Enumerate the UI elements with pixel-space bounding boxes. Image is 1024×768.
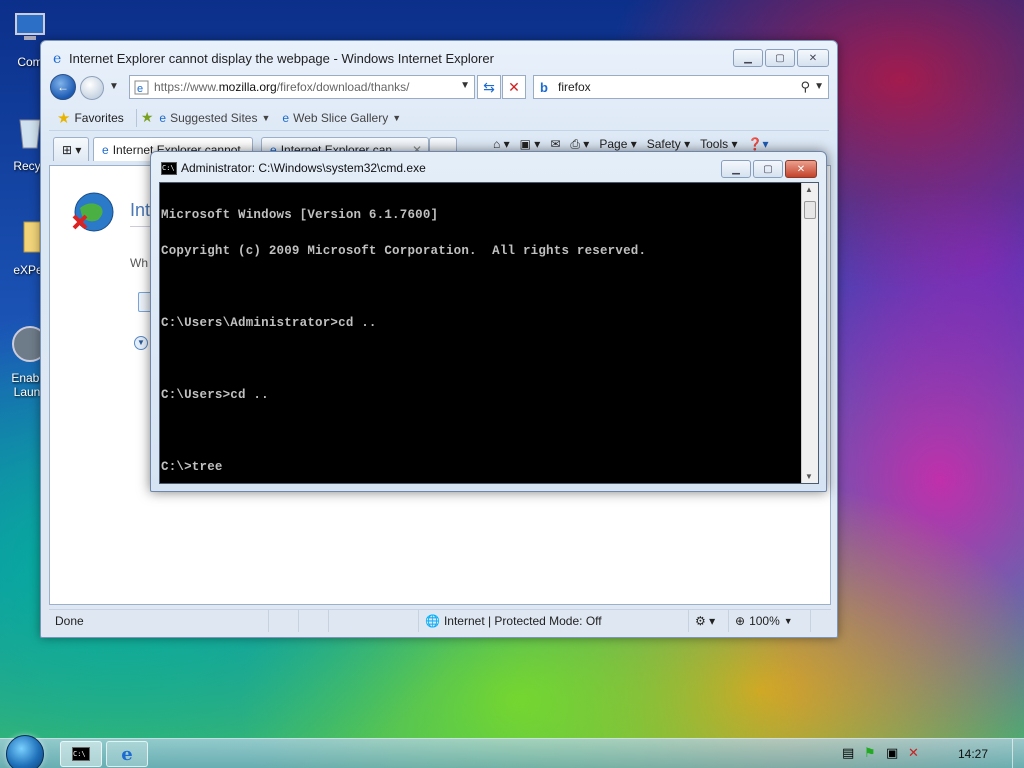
console-text: Microsoft Windows [Version 6.1.7600] Cop…	[161, 185, 646, 497]
star-icon: ★	[57, 109, 71, 127]
status-cell	[299, 609, 329, 632]
bing-icon: b	[540, 80, 548, 95]
scroll-up-icon[interactable]: ▲	[805, 185, 813, 194]
console-line: C:\>tree	[161, 460, 223, 474]
maximize-button[interactable]: ▢	[753, 160, 783, 178]
clock[interactable]: 14:27	[958, 747, 988, 761]
status-text: Done	[49, 609, 269, 632]
quick-tabs-button[interactable]: ⊞ ▾	[53, 137, 89, 161]
status-cell	[329, 609, 419, 632]
window-controls: ▁ ▢ ✕	[733, 49, 829, 67]
error-heading: Int	[130, 200, 151, 220]
zoom-icon: ⊕	[735, 613, 746, 628]
svg-text:e: e	[53, 51, 61, 66]
feeds-icon[interactable]: ▣ ▾	[520, 137, 541, 152]
console-line: C:\Users>cd ..	[161, 388, 269, 402]
ie-icon: e	[121, 743, 133, 765]
print-icon[interactable]: ⎙ ▾	[570, 137, 589, 152]
console-output[interactable]: Microsoft Windows [Version 6.1.7600] Cop…	[159, 182, 819, 484]
scrollbar[interactable]: ▲ ▼	[801, 183, 818, 483]
popup-blocker-icon[interactable]: ⚙ ▾	[689, 609, 729, 632]
minimize-button[interactable]: ▁	[733, 49, 763, 67]
forward-button[interactable]	[80, 76, 104, 100]
help-icon[interactable]: ❓▾	[748, 137, 769, 152]
link-suggested-sites[interactable]: e Suggested Sites ▼	[153, 111, 276, 125]
refresh-button[interactable]: ⇆	[477, 75, 501, 99]
stop-button[interactable]: ✕	[502, 75, 526, 99]
mail-icon[interactable]: ✉	[550, 137, 560, 152]
add-favorite-icon[interactable]: ★	[141, 109, 154, 126]
favorites-button[interactable]: ★ Favorites	[49, 107, 132, 129]
cmd-icon: C:\	[161, 162, 177, 175]
chevron-down-icon: ▼	[261, 112, 271, 123]
console-line: Copyright (c) 2009 Microsoft Corporation…	[161, 244, 647, 258]
close-button[interactable]: ✕	[785, 160, 817, 178]
zone-indicator[interactable]: 🌐 Internet | Protected Mode: Off	[419, 609, 689, 632]
taskbar-ie-button[interactable]: e	[106, 741, 148, 767]
error-body: Wh	[130, 256, 148, 270]
minimize-button[interactable]: ▁	[721, 160, 751, 178]
address-bar[interactable]: e https://www. mozilla.org/firefox/downlo…	[129, 75, 475, 99]
globe-error-icon	[72, 192, 114, 232]
console-line: Microsoft Windows [Version 6.1.7600]	[161, 208, 439, 222]
divider	[135, 108, 137, 127]
scroll-thumb[interactable]	[804, 201, 816, 219]
globe-icon: 🌐	[425, 613, 440, 628]
more-info-expand-icon[interactable]: ▼	[134, 336, 148, 350]
address-prefix: https://www.	[154, 80, 219, 94]
chevron-down-icon: ▼	[392, 112, 402, 123]
address-suffix: /firefox/download/thanks/	[276, 80, 410, 94]
ie-icon: e	[282, 110, 290, 125]
zoom-control[interactable]: ⊕ 100% ▼	[729, 609, 811, 632]
status-bar: Done 🌐 Internet | Protected Mode: Off ⚙ …	[49, 609, 831, 632]
search-icon[interactable]: ⚲	[800, 79, 810, 95]
cmd-icon: C:\	[72, 747, 90, 761]
show-desktop-button[interactable]	[1012, 739, 1024, 768]
safety-menu[interactable]: Safety ▾	[647, 137, 690, 152]
desktop-icon-label: Com	[17, 55, 43, 69]
ie-icon: e	[53, 51, 61, 66]
cmd-title: Administrator: C:\Windows\system32\cmd.e…	[181, 161, 426, 175]
favorites-label: Favorites	[74, 110, 124, 125]
command-bar: ⌂ ▾ ▣ ▾ ✉ ⎙ ▾ Page ▾ Safety ▾ Tools ▾ ❓▾	[493, 137, 768, 152]
address-domain: mozilla.org	[218, 80, 277, 94]
home-icon[interactable]: ⌂ ▾	[493, 137, 510, 152]
start-button[interactable]	[6, 735, 44, 768]
window-controls: ▁ ▢ ✕	[721, 160, 817, 178]
maximize-button[interactable]: ▢	[765, 49, 795, 67]
page-icon: e	[134, 80, 149, 95]
svg-text:e: e	[137, 83, 143, 95]
favorites-bar: ★ Favorites ★ e Suggested Sites ▼ e Web …	[49, 105, 829, 131]
console-line: C:\Users\Administrator>cd ..	[161, 316, 377, 330]
close-button[interactable]: ✕	[797, 49, 829, 67]
notes-icon[interactable]: ▤	[842, 745, 858, 761]
link-label: Web Slice Gallery	[293, 110, 389, 125]
search-text: firefox	[558, 80, 591, 94]
search-dropdown[interactable]: ▼	[814, 81, 824, 92]
volume-muted-icon[interactable]: ✕	[908, 745, 924, 761]
network-icon[interactable]: ▣	[886, 745, 902, 761]
window-title: Internet Explorer cannot display the web…	[69, 51, 494, 66]
recent-pages-dropdown[interactable]: ▼	[109, 81, 119, 92]
tools-menu[interactable]: Tools ▾	[700, 137, 737, 152]
system-tray: ▤ ⚑ ▣ ✕	[842, 745, 924, 761]
chevron-down-icon: ▼	[783, 615, 793, 626]
taskbar: C:\ e ▤ ⚑ ▣ ✕ 14:27	[0, 735, 1024, 768]
ie-icon: e	[102, 142, 109, 157]
status-cell	[269, 609, 299, 632]
link-label: Suggested Sites	[170, 110, 258, 125]
link-web-slice-gallery[interactable]: e Web Slice Gallery ▼	[276, 111, 407, 125]
search-input[interactable]: b firefox ⚲ ▼	[533, 75, 829, 99]
ie-icon: e	[159, 110, 167, 125]
scroll-down-icon[interactable]: ▼	[805, 472, 813, 481]
back-button[interactable]: ←	[50, 74, 76, 100]
action-center-icon[interactable]: ⚑	[864, 745, 880, 761]
address-dropdown[interactable]: ▼	[460, 80, 470, 91]
cmd-window[interactable]: C:\ Administrator: C:\Windows\system32\c…	[150, 151, 827, 492]
taskbar-cmd-button[interactable]: C:\	[60, 741, 102, 767]
page-menu[interactable]: Page ▾	[599, 137, 636, 152]
